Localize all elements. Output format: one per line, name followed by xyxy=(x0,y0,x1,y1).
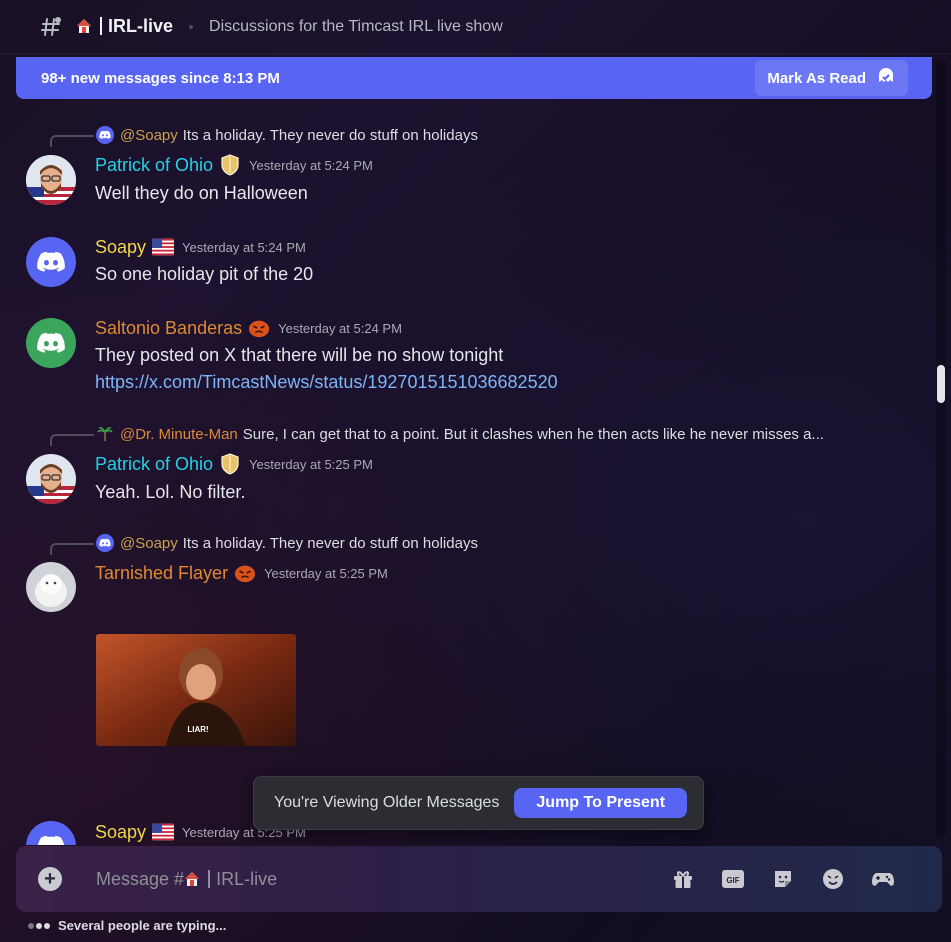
angry-face-icon xyxy=(234,562,256,584)
channel-title[interactable]: IRL-live xyxy=(76,16,173,37)
message-composer: + Message # IRL-live GIF xyxy=(16,846,942,912)
shield-badge-icon[interactable] xyxy=(219,453,241,475)
new-messages-text: 98+ new messages since 8:13 PM xyxy=(41,69,280,87)
message-content: Yeah. Lol. No filter. xyxy=(95,482,246,502)
avatar[interactable] xyxy=(26,318,76,368)
jump-to-present-button[interactable]: Jump To Present xyxy=(514,788,688,818)
typing-text: Several people are typing... xyxy=(58,918,227,933)
author-name[interactable]: Patrick of Ohio xyxy=(95,454,213,475)
gift-icon[interactable] xyxy=(670,866,696,892)
mark-as-read-button[interactable]: Mark As Read xyxy=(755,60,908,96)
discord-logo-icon xyxy=(37,251,65,272)
discord-logo-icon xyxy=(37,835,65,845)
angry-face-icon xyxy=(248,317,270,339)
gif-icon[interactable]: GIF xyxy=(720,866,746,892)
svg-text:GIF: GIF xyxy=(726,876,739,885)
message-list: @Soapy Its a holiday. They never do stuf… xyxy=(0,100,930,845)
reply-mention[interactable]: @Soapy xyxy=(120,127,178,144)
new-messages-bar[interactable]: 98+ new messages since 8:13 PM Mark As R… xyxy=(16,57,932,99)
message-timestamp[interactable]: Yesterday at 5:24 PM xyxy=(278,321,402,336)
activities-gamepad-icon[interactable] xyxy=(870,866,896,892)
avatar[interactable] xyxy=(26,454,76,504)
discord-logo-icon xyxy=(37,332,65,353)
sticker-icon[interactable] xyxy=(770,866,796,892)
emoji-icon[interactable] xyxy=(820,866,846,892)
avatar[interactable] xyxy=(26,237,76,287)
author-name[interactable]: Soapy xyxy=(95,822,146,843)
palm-tree-icon xyxy=(96,425,114,443)
author-name[interactable]: Tarnished Flayer xyxy=(95,563,228,584)
shield-badge-icon[interactable] xyxy=(219,154,241,176)
mark-as-read-label: Mark As Read xyxy=(767,69,866,87)
message-timestamp[interactable]: Yesterday at 5:25 PM xyxy=(249,457,373,472)
reply-preview[interactable]: @Dr. Minute-Man Sure, I can get that to … xyxy=(96,425,824,443)
gif-attachment[interactable]: LIAR! xyxy=(96,634,296,746)
message-content: Well they do on Halloween xyxy=(95,183,308,203)
discord-avatar-icon xyxy=(96,534,114,552)
author-name[interactable]: Soapy xyxy=(95,237,146,258)
scrollbar-thumb[interactable] xyxy=(937,365,945,403)
avatar[interactable] xyxy=(26,562,76,612)
reply-text: Its a holiday. They never do stuff on ho… xyxy=(182,534,478,552)
older-messages-notice: You're Viewing Older Messages Jump To Pr… xyxy=(253,776,704,830)
older-messages-text: You're Viewing Older Messages xyxy=(274,794,500,811)
message-link[interactable]: https://x.com/TimcastNews/status/1927015… xyxy=(95,372,558,393)
channel-name: IRL-live xyxy=(108,16,174,36)
mark-read-icon xyxy=(876,66,896,90)
input-placeholder-channel: IRL-live xyxy=(216,868,278,889)
input-placeholder-prefix: Message # xyxy=(96,868,185,889)
message-timestamp[interactable]: Yesterday at 5:24 PM xyxy=(182,240,306,255)
reply-text: Sure, I can get that to a point. But it … xyxy=(242,425,824,443)
message-input[interactable]: Message # IRL-live xyxy=(96,869,656,890)
gif-caption: LIAR! xyxy=(187,725,208,734)
text-channel-icon xyxy=(40,16,62,38)
avatar[interactable] xyxy=(26,155,76,205)
channel-header: IRL-live Discussions for the Timcast IRL… xyxy=(0,0,951,54)
discord-avatar-icon xyxy=(96,126,114,144)
reply-mention[interactable]: @Dr. Minute-Man xyxy=(120,426,238,443)
author-name[interactable]: Patrick of Ohio xyxy=(95,155,213,176)
avatar[interactable] xyxy=(26,821,76,845)
composer-tools: GIF xyxy=(670,866,896,892)
scrollbar-track[interactable] xyxy=(936,60,946,838)
author-name[interactable]: Saltonio Banderas xyxy=(95,318,242,339)
message-content: So one holiday pit of the 20 xyxy=(95,264,314,284)
house-emoji-icon xyxy=(76,18,92,34)
house-emoji-icon xyxy=(184,871,200,887)
message-timestamp[interactable]: Yesterday at 5:24 PM xyxy=(249,158,373,173)
reply-preview[interactable]: @Soapy Its a holiday. They never do stuf… xyxy=(96,534,478,552)
reply-mention[interactable]: @Soapy xyxy=(120,535,178,552)
reply-text: Its a holiday. They never do stuff on ho… xyxy=(182,126,478,144)
message-content: They posted on X that there will be no s… xyxy=(95,345,504,365)
reply-preview[interactable]: @Soapy Its a holiday. They never do stuf… xyxy=(96,126,478,144)
add-attachment-button[interactable]: + xyxy=(38,867,62,891)
us-flag-icon xyxy=(152,236,175,258)
typing-indicator: Several people are typing... xyxy=(28,918,226,933)
channel-topic[interactable]: Discussions for the Timcast IRL live sho… xyxy=(209,18,503,36)
us-flag-icon xyxy=(152,821,175,843)
message-timestamp[interactable]: Yesterday at 5:25 PM xyxy=(264,566,388,581)
